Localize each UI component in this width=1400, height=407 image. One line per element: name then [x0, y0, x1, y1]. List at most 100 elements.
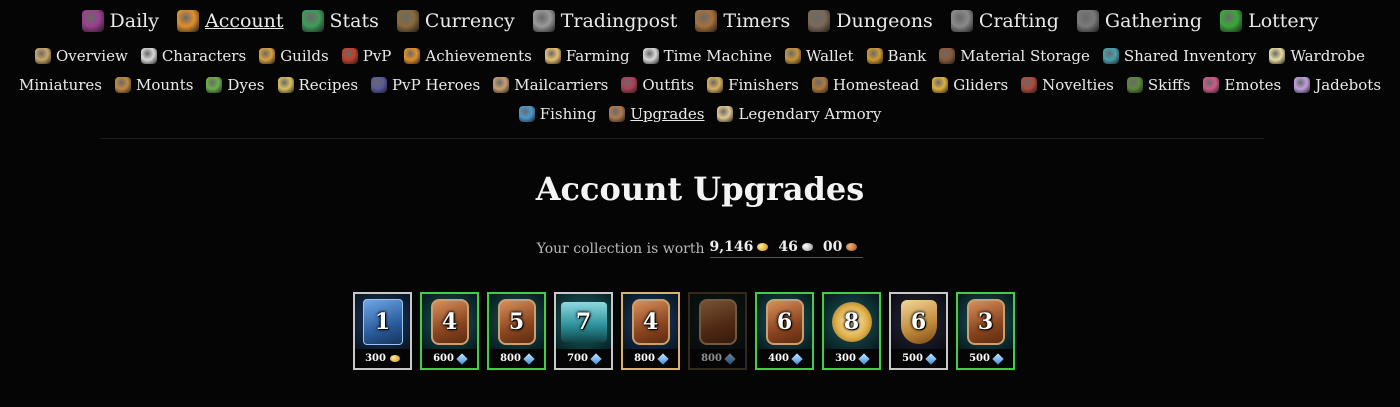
- nav-label: Achievements: [425, 47, 532, 65]
- nav-label: Homestead: [832, 76, 920, 94]
- upgrade-price: 500: [891, 349, 946, 368]
- price-value: 800: [500, 353, 521, 364]
- upgrade-art: 5: [489, 294, 544, 349]
- nav-item-pvp[interactable]: PvP: [341, 47, 391, 65]
- guilds-icon: [259, 48, 276, 64]
- nav-label: Mounts: [135, 76, 194, 94]
- pvp-icon: [341, 48, 358, 64]
- nav-item-wallet[interactable]: Wallet: [784, 47, 854, 65]
- nav-label: Recipes: [298, 76, 359, 94]
- nav-label: Characters: [161, 47, 247, 65]
- nav-label: Fishing: [539, 105, 597, 123]
- nav-label: Jadebots: [1315, 76, 1382, 94]
- lottery-icon: [1220, 10, 1243, 32]
- nav-item-lottery[interactable]: Lottery: [1220, 10, 1318, 32]
- upgrade-art: 8: [824, 294, 879, 349]
- worth-copper: 00: [822, 239, 843, 255]
- gold-coin-icon: [757, 243, 769, 251]
- plaque-icon: [698, 298, 737, 345]
- upgrade-card[interactable]: 6 400: [755, 292, 814, 370]
- nav-item-currency[interactable]: Currency: [396, 10, 515, 32]
- nav-item-dyes[interactable]: Dyes: [206, 76, 265, 94]
- upgrade-card[interactable]: 7 700: [554, 292, 613, 370]
- nav-item-account[interactable]: Account: [176, 10, 284, 32]
- bank-icon: [866, 48, 883, 64]
- upgrade-card[interactable]: 5 800: [487, 292, 546, 370]
- account-icon: [176, 10, 199, 32]
- upgrade-card[interactable]: 3 500: [956, 292, 1015, 370]
- upgrade-card[interactable]: 6 500: [889, 292, 948, 370]
- wardrobe-icon: [1269, 48, 1286, 64]
- nav-item-tradingpost[interactable]: Tradingpost: [532, 10, 677, 32]
- upgrade-count: 5: [508, 308, 525, 335]
- upgrade-count: 4: [441, 308, 458, 335]
- nav-item-miniatures[interactable]: Miniatures: [19, 76, 102, 94]
- nav-item-material-storage[interactable]: Material Storage: [939, 47, 1090, 65]
- nav-item-stats[interactable]: Stats: [301, 10, 379, 32]
- achievements-icon: [404, 48, 421, 64]
- nav-label: Outfits: [642, 76, 695, 94]
- nav-item-emotes[interactable]: Emotes: [1203, 76, 1281, 94]
- nav-item-novelties[interactable]: Novelties: [1021, 76, 1114, 94]
- upgrade-count: 1: [374, 308, 391, 335]
- nav-item-daily[interactable]: Daily: [81, 10, 159, 32]
- nav-item-dungeons[interactable]: Dungeons: [808, 10, 933, 32]
- overview-icon: [35, 48, 51, 64]
- upgrade-price: 800: [690, 349, 745, 368]
- shared-inventory-icon: [1102, 48, 1119, 64]
- nav-label: Legendary Armory: [738, 105, 882, 123]
- tradingpost-icon: [532, 10, 555, 32]
- recipes-icon: [277, 77, 294, 93]
- nav-item-mailcarriers[interactable]: Mailcarriers: [493, 76, 608, 94]
- nav-item-crafting[interactable]: Crafting: [950, 10, 1059, 32]
- upgrades-grid: 1 300 4 600 5 800 7 700 4 800 800 6 400 8 300 6 500 3 500: [353, 292, 1015, 370]
- nav-item-time-machine[interactable]: Time Machine: [642, 47, 772, 65]
- nav-item-pvp-heroes[interactable]: PvP Heroes: [371, 76, 480, 94]
- price-value: 800: [701, 353, 722, 364]
- upgrade-card[interactable]: 800: [688, 292, 747, 370]
- nav-item-farming[interactable]: Farming: [544, 47, 630, 65]
- nav-item-legendary-armory[interactable]: Legendary Armory: [717, 105, 881, 123]
- nav-item-wardrobe[interactable]: Wardrobe: [1269, 47, 1365, 65]
- upgrade-count: 3: [977, 308, 994, 335]
- sub-nav-row-3: Fishing Upgrades Legendary Armory: [0, 101, 1400, 127]
- copper-coin-icon: [846, 243, 858, 251]
- nav-item-recipes[interactable]: Recipes: [277, 76, 359, 94]
- upgrade-price: 600: [422, 349, 477, 368]
- main-nav: Daily Account Stats Currency Tradingpost Time…: [0, 6, 1400, 36]
- nav-item-shared-inventory[interactable]: Shared Inventory: [1102, 47, 1256, 65]
- nav-item-jadebots[interactable]: Jadebots: [1294, 76, 1381, 94]
- nav-item-upgrades[interactable]: Upgrades: [609, 105, 704, 123]
- nav-label: Timers: [723, 10, 791, 32]
- mailcarriers-icon: [493, 77, 510, 93]
- nav-item-skiffs[interactable]: Skiffs: [1126, 76, 1190, 94]
- gem-icon: [590, 352, 602, 365]
- daily-icon: [81, 10, 104, 32]
- nav-item-outfits[interactable]: Outfits: [621, 76, 694, 94]
- upgrade-card[interactable]: 4 800: [621, 292, 680, 370]
- legendary-armory-icon: [717, 106, 734, 122]
- nav-item-gliders[interactable]: Gliders: [932, 76, 1008, 94]
- upgrade-card[interactable]: 8 300: [822, 292, 881, 370]
- nav-item-fishing[interactable]: Fishing: [518, 105, 597, 123]
- nav-item-finishers[interactable]: Finishers: [707, 76, 799, 94]
- nav-item-timers[interactable]: Timers: [695, 10, 790, 32]
- upgrade-card[interactable]: 1 300: [353, 292, 412, 370]
- skiffs-icon: [1126, 77, 1143, 93]
- nav-item-bank[interactable]: Bank: [866, 47, 926, 65]
- nav-item-achievements[interactable]: Achievements: [404, 47, 532, 65]
- nav-item-characters[interactable]: Characters: [140, 47, 247, 65]
- nav-item-mounts[interactable]: Mounts: [114, 76, 194, 94]
- upgrade-art: 6: [757, 294, 812, 349]
- upgrade-card[interactable]: 4 600: [420, 292, 479, 370]
- nav-item-homestead[interactable]: Homestead: [811, 76, 920, 94]
- price-value: 400: [768, 353, 789, 364]
- upgrade-price: 300: [824, 349, 879, 368]
- nav-label: Dungeons: [836, 10, 933, 32]
- nav-item-gathering[interactable]: Gathering: [1076, 10, 1202, 32]
- price-value: 500: [969, 353, 990, 364]
- nav-label: Finishers: [728, 76, 799, 94]
- nav-item-overview[interactable]: Overview: [35, 47, 128, 65]
- nav-item-guilds[interactable]: Guilds: [259, 47, 329, 65]
- sub-nav-row-2: Miniatures Mounts Dyes Recipes PvP Heroes Mai…: [0, 72, 1400, 98]
